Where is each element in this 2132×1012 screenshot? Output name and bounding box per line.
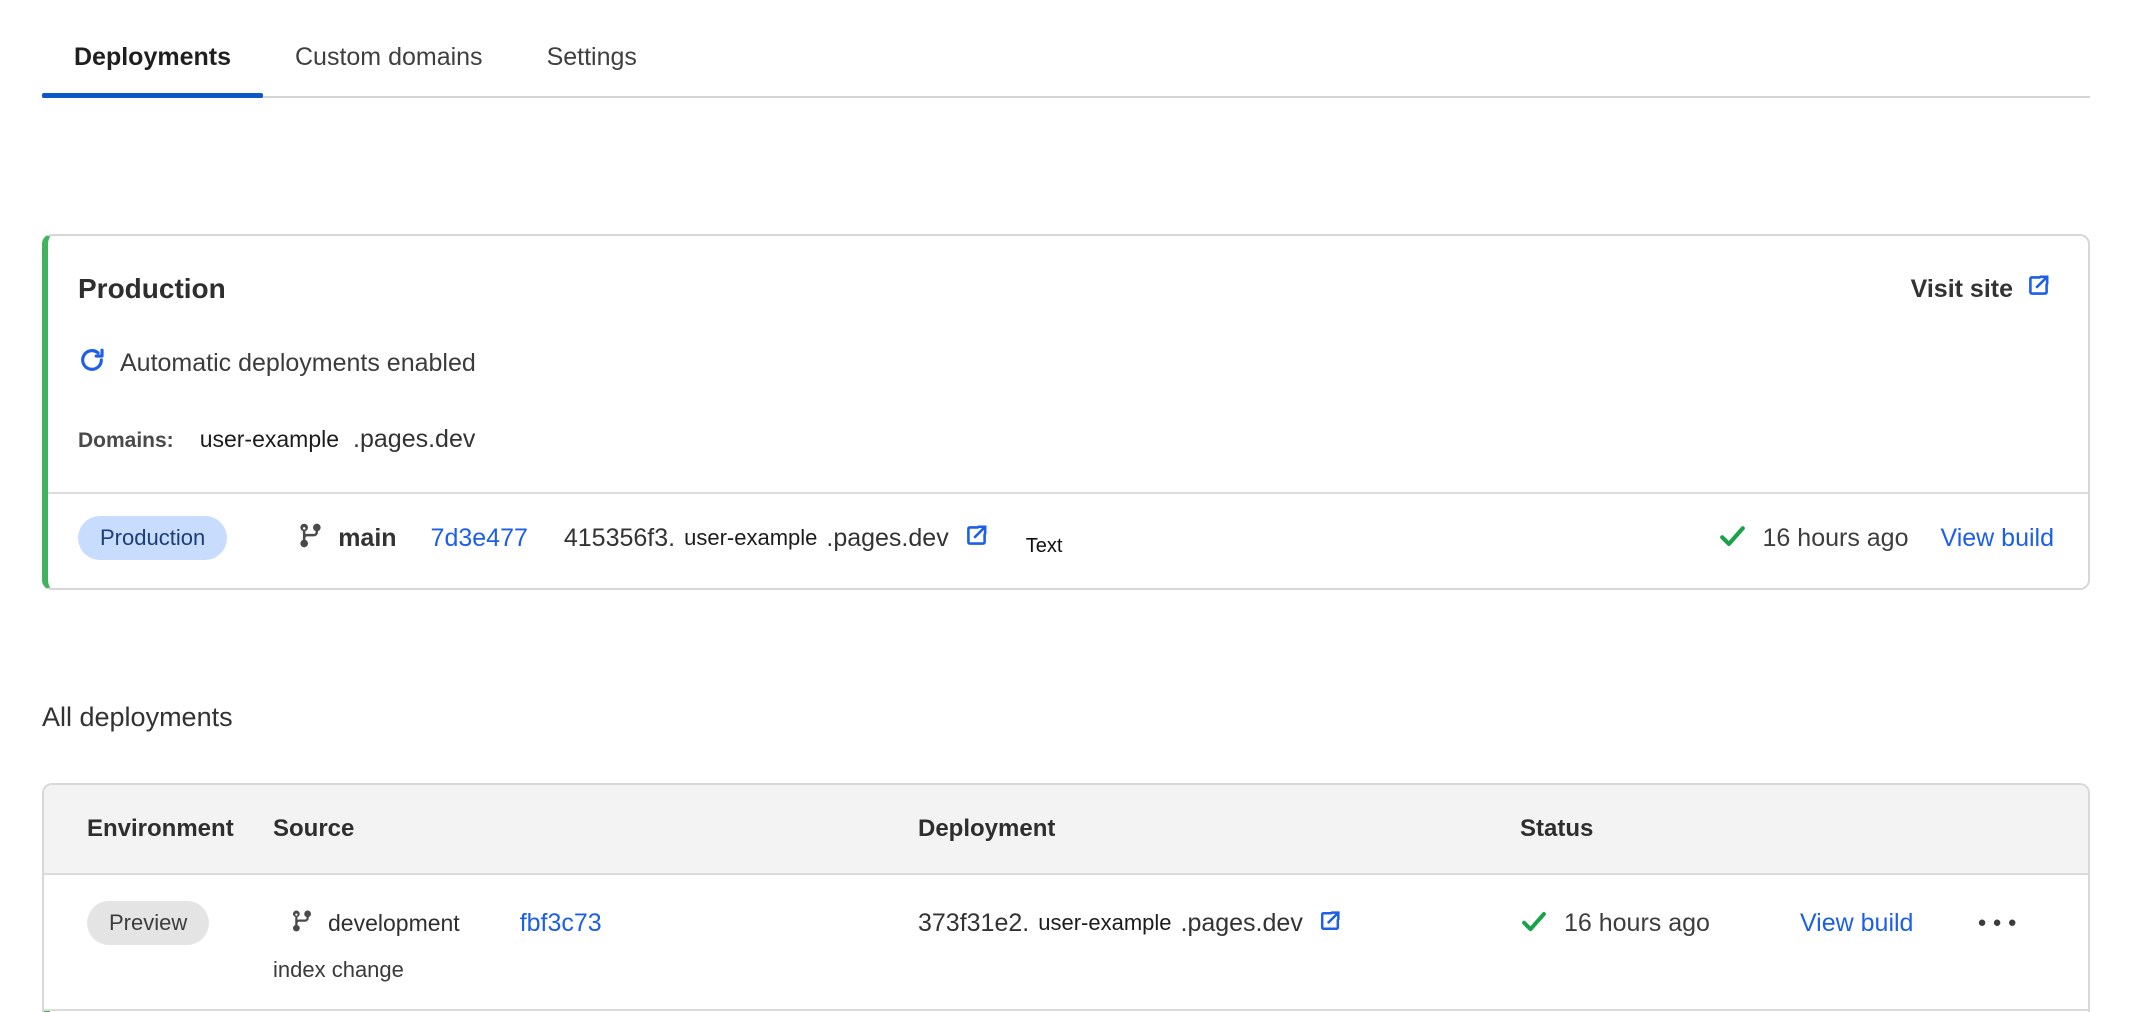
deployment-url-id: 415356f3. [564,524,675,553]
column-header-status: Status [1520,813,2088,845]
refresh-icon [78,346,106,381]
tab-bar: Deployments Custom domains Settings [42,0,2090,98]
all-deployments-heading: All deployments [42,702,2090,733]
commit-link[interactable]: 7d3e477 [431,524,528,553]
domains-label: Domains: [78,429,174,453]
tab-deployments[interactable]: Deployments [42,42,263,96]
deployment-url-host: user-example [1038,910,1171,936]
commit-message: index change [273,955,918,985]
git-branch-icon [290,909,314,938]
branch-name: development [328,910,460,937]
deployment-time: 16 hours ago [1763,524,1909,553]
overflow-menu-icon[interactable]: ●●● [1977,901,2022,945]
column-header-deployment: Deployment [918,813,1520,845]
external-link-icon [949,522,990,554]
deployment-url-suffix: .pages.dev [826,524,948,553]
visit-site-label: Visit site [1911,275,2013,304]
external-link-icon [2025,272,2052,306]
text-annotation: Text [1026,535,1063,558]
deployment-time: 16 hours ago [1564,909,1710,938]
deployment-url-id: 373f31e2. [918,909,1029,938]
environment-badge: Production [78,516,227,560]
git-branch-icon [297,522,324,554]
check-icon [1520,907,1548,940]
deployment-url-host: user-example [684,525,817,551]
production-card-title: Production [78,273,226,305]
production-deployment-row: Production main 7d3e477 415356f3. user-e… [48,492,2088,588]
external-link-icon [1303,908,1343,939]
deployment-url-suffix: .pages.dev [1181,909,1303,938]
column-header-source: Source [273,813,918,845]
deployment-url-link[interactable]: 415356f3. user-example .pages.dev [564,522,990,554]
auto-deployments-text: Automatic deployments enabled [120,349,476,378]
domain-suffix: .pages.dev [353,425,475,454]
commit-link[interactable]: fbf3c73 [520,909,602,938]
branch-name: main [338,524,396,553]
table-header-row: Environment Source Deployment Status [44,785,2088,875]
table-row: Preview development fbf3c73 index change… [44,875,2088,1011]
tab-settings[interactable]: Settings [515,42,669,96]
tab-custom-domains[interactable]: Custom domains [263,42,515,96]
production-card: Production Visit site Automatic deployme… [42,234,2090,590]
domain-host: user-example [200,426,339,453]
deployment-url-link[interactable]: 373f31e2. user-example .pages.dev [918,908,1343,939]
column-header-environment: Environment [87,813,273,845]
visit-site-button[interactable]: Visit site [1911,272,2052,306]
view-build-link[interactable]: View build [1800,909,1914,938]
view-build-link[interactable]: View build [1940,524,2054,553]
environment-badge: Preview [87,901,209,945]
deployments-table: Environment Source Deployment Status Pre… [42,783,2090,1012]
check-icon [1718,521,1747,555]
